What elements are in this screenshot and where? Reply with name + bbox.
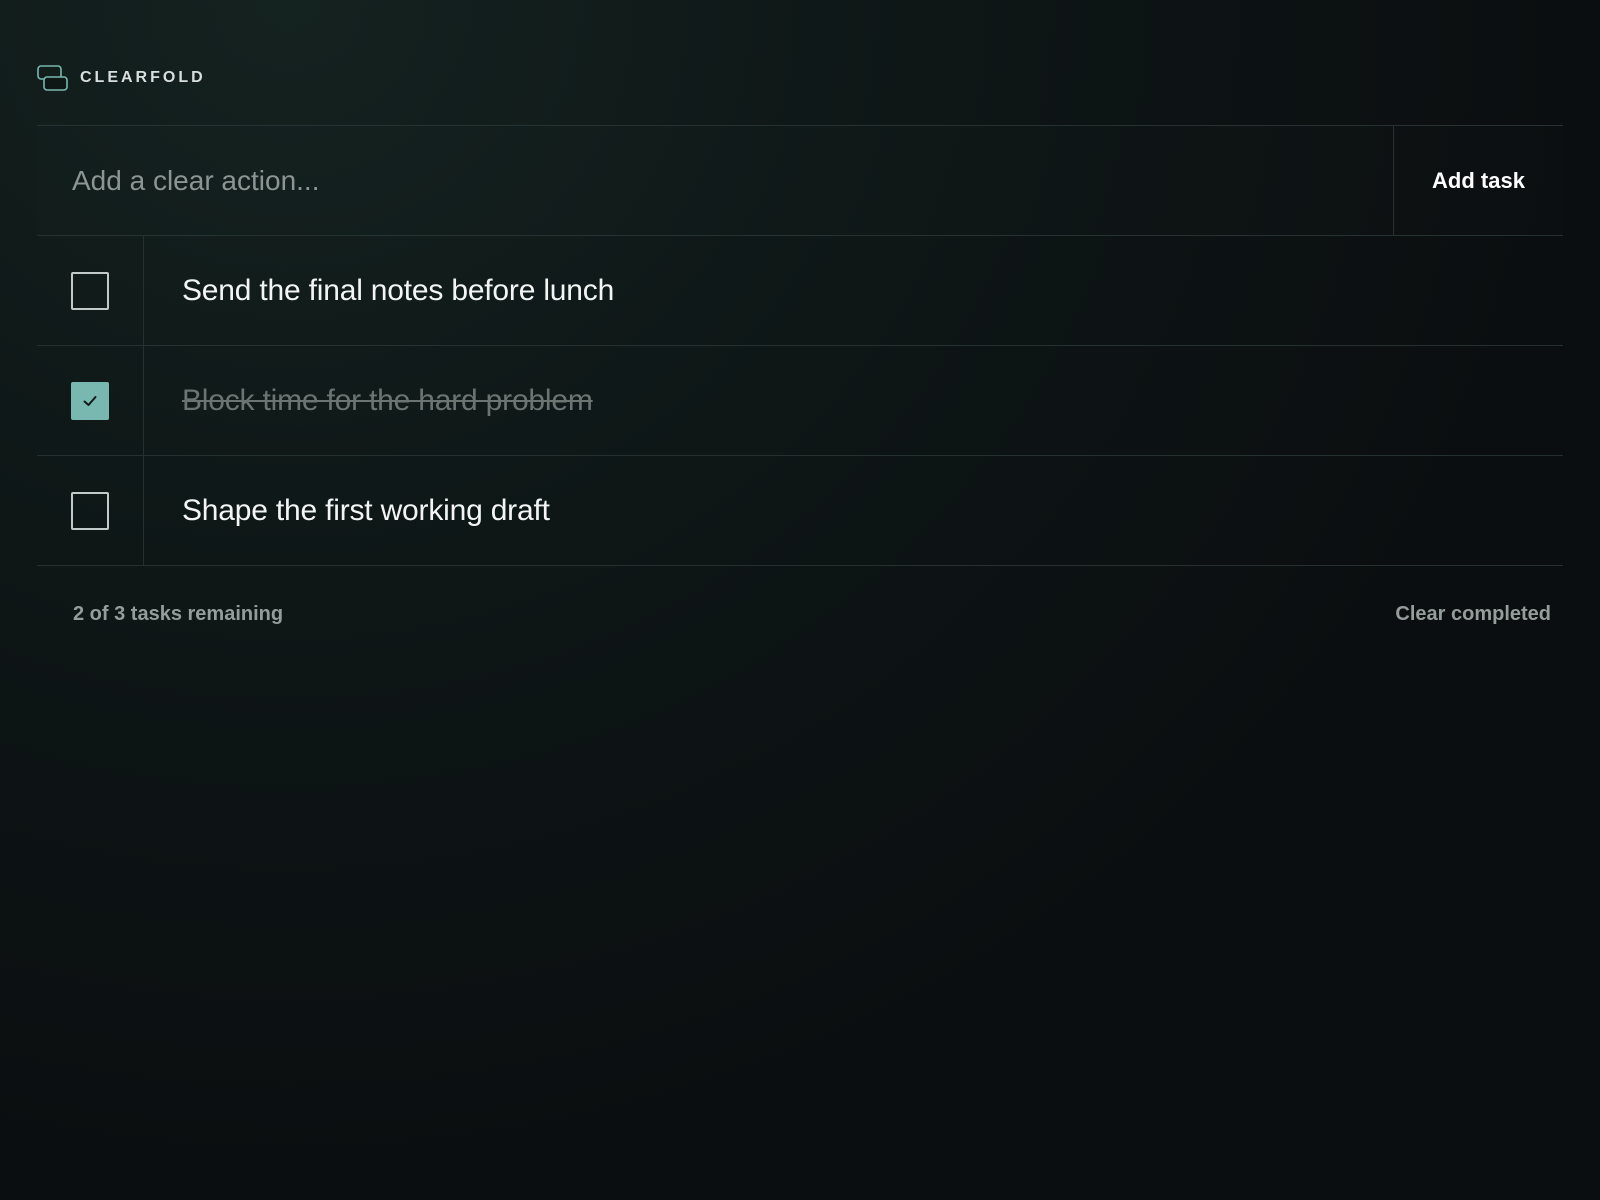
task-checkbox[interactable] bbox=[70, 491, 109, 530]
checkbox-cell bbox=[37, 346, 144, 455]
brand-name: CLEARFOLD bbox=[80, 69, 206, 86]
checkbox-cell bbox=[37, 236, 144, 345]
task-row: Send the final notes before lunch bbox=[37, 236, 1563, 346]
task-checkbox[interactable] bbox=[70, 271, 109, 310]
checkmark-icon bbox=[83, 395, 96, 406]
task-input[interactable] bbox=[37, 126, 1393, 235]
task-composer: Add task bbox=[37, 125, 1563, 236]
task-checkbox-checked[interactable] bbox=[70, 381, 109, 420]
task-row: Block time for the hard problem bbox=[37, 346, 1563, 456]
task-list: Send the final notes before lunch Block … bbox=[37, 236, 1563, 566]
clear-completed-button[interactable]: Clear completed bbox=[1395, 603, 1551, 626]
add-task-button[interactable]: Add task bbox=[1393, 126, 1563, 235]
task-row: Shape the first working draft bbox=[37, 456, 1563, 566]
task-label[interactable]: Send the final notes before lunch bbox=[144, 236, 1563, 345]
task-label[interactable]: Shape the first working draft bbox=[144, 456, 1563, 565]
task-footer: 2 of 3 tasks remaining Clear completed bbox=[73, 603, 1551, 626]
remaining-count: 2 of 3 tasks remaining bbox=[73, 603, 284, 625]
task-label-completed[interactable]: Block time for the hard problem bbox=[144, 346, 1563, 455]
checkbox-cell bbox=[37, 456, 144, 565]
stacked-folds-icon bbox=[37, 65, 68, 91]
brand: CLEARFOLD bbox=[37, 64, 206, 92]
